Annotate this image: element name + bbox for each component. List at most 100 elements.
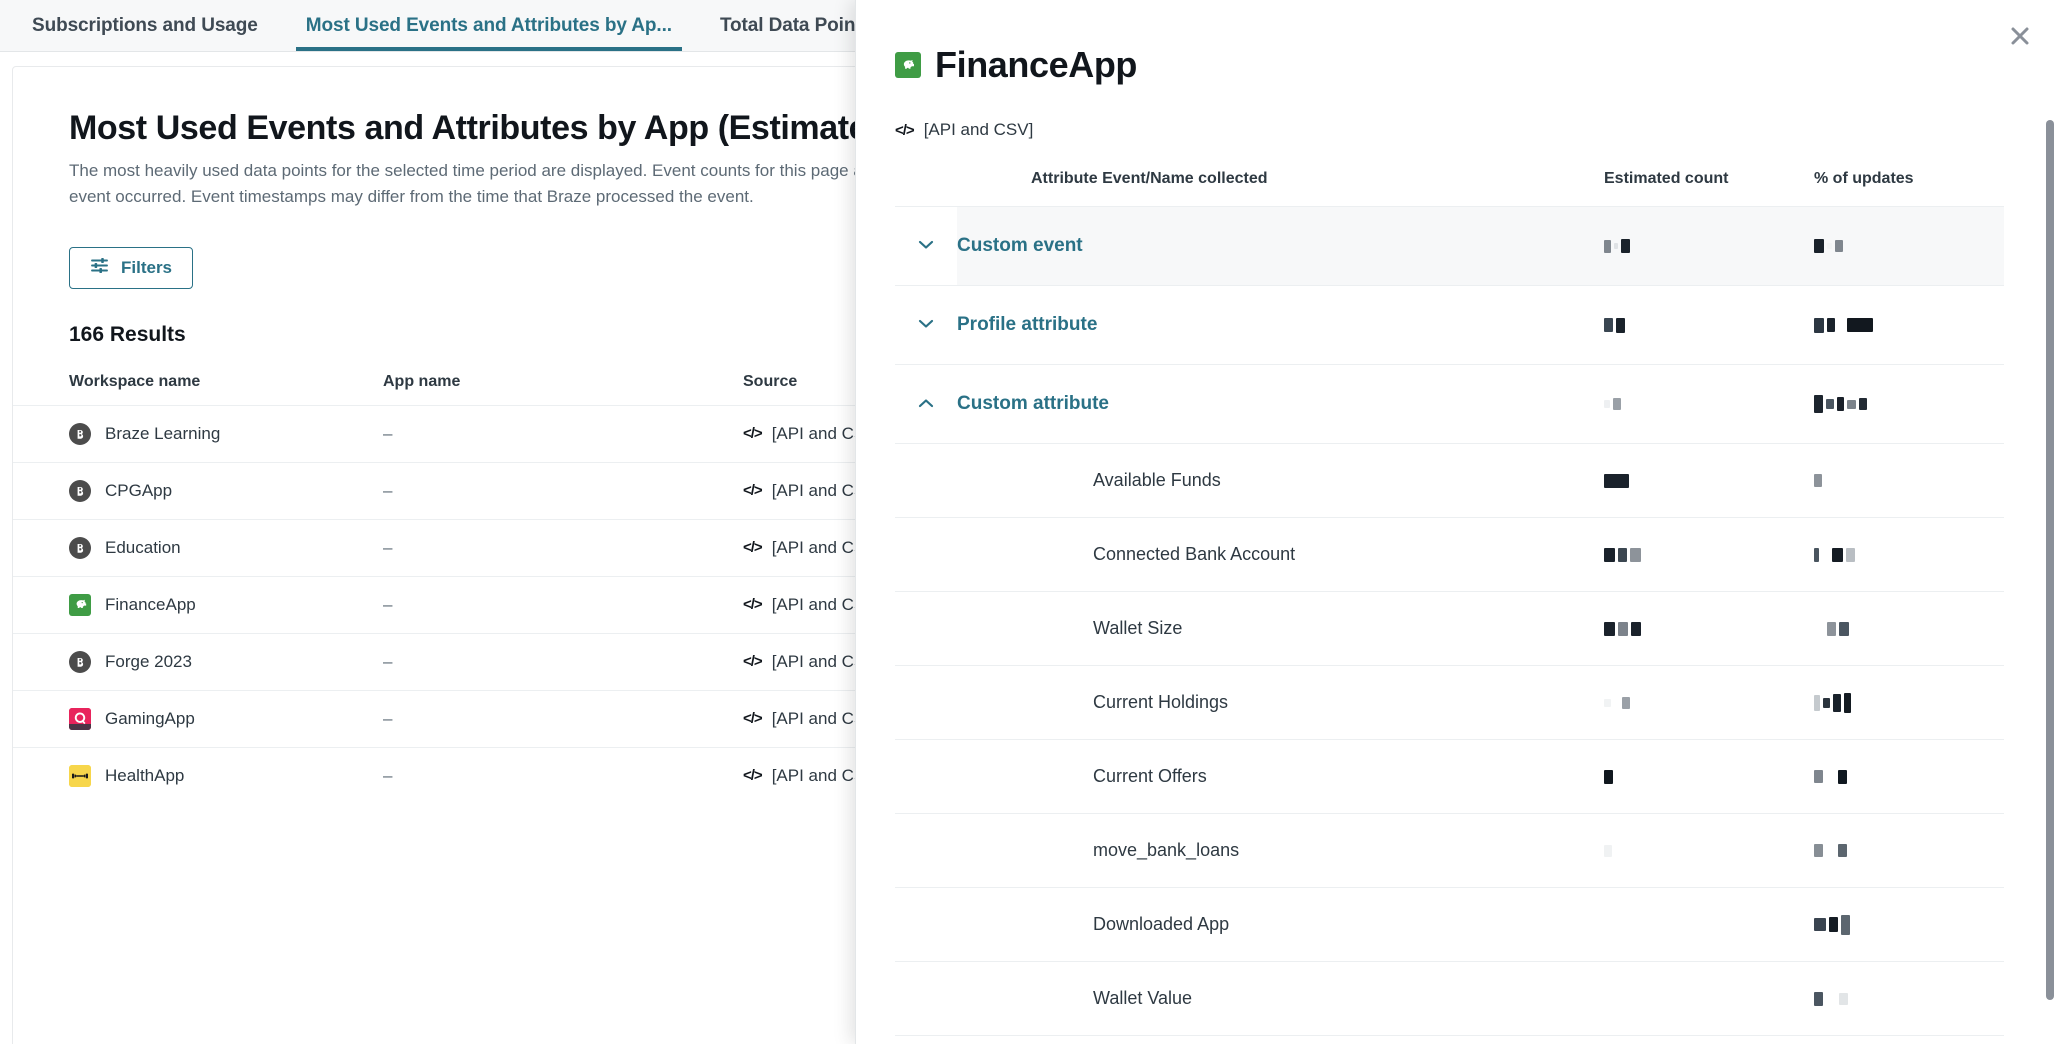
workspace-name-label: Braze Learning [105,423,221,443]
estimated-count-value [1604,769,1814,784]
attribute-name-cell: Connected Bank Account [957,517,1604,592]
expand-toggle-cell[interactable] [895,364,957,444]
redacted-value-block [1832,547,1843,562]
redacted-value-block [1618,547,1627,562]
redacted-value-block [1829,917,1838,932]
cell-percent-updates [1814,285,2004,365]
chevron-up-icon[interactable] [918,396,934,411]
attribute-group-row[interactable]: Profile attribute [895,285,2004,365]
redacted-value-block [1604,621,1615,636]
attribute-row[interactable]: Current Holdings [895,665,2004,740]
braze-logo-icon [69,479,91,502]
attribute-row[interactable]: move_bank_loans [895,813,2004,888]
attribute-name-label: Connected Bank Account [1093,544,1296,564]
attribute-row[interactable]: Wallet Size [895,591,2004,666]
cell-estimated-count [1604,813,1814,888]
drawer-scrollbar[interactable] [2046,120,2054,1000]
redacted-value-block [1839,621,1849,636]
attribute-row[interactable]: Wallet Value [895,961,2004,1036]
estimated-count-value [1604,621,1814,636]
attribute-group-label-cell[interactable]: Custom event [957,206,1604,286]
cell-app-name: – [383,461,743,520]
column-header-estimated-count: Estimated count [1604,170,1729,187]
redacted-value-block [1604,844,1612,857]
braze-logo-icon [69,536,91,559]
redacted-value-block [1604,547,1615,562]
redacted-value-block [1622,696,1630,709]
cell-workspace-name: Braze Learning [13,404,383,463]
dumbbell-icon [69,764,91,787]
percent-updates-value [1814,621,2004,636]
redacted-value-block [1604,400,1610,408]
workspace-name-label: CPGApp [105,480,173,500]
column-header-workspace-name: Workspace name [69,372,201,390]
cell-percent-updates [1814,443,2004,518]
attribute-name-cell: Wallet Value [957,961,1604,1036]
cell-estimated-count [1604,364,1814,444]
redacted-value-block [1847,399,1856,409]
attribute-row[interactable]: Available Funds [895,443,2004,518]
attribute-group-label[interactable]: Profile attribute [957,286,1604,364]
chevron-down-icon[interactable] [918,317,934,332]
tab-subscriptions-and-usage[interactable]: Subscriptions and Usage [8,0,282,51]
attribute-group-label-cell[interactable]: Custom attribute [957,364,1604,444]
close-icon[interactable] [2006,22,2034,50]
cell-estimated-count [1604,206,1814,286]
workspace-name-label: FinanceApp [105,594,196,614]
attribute-row[interactable]: Downloaded App [895,887,2004,962]
tab-label: Subscriptions and Usage [32,14,258,36]
cell-workspace-name: Forge 2023 [13,632,383,691]
attribute-group-label[interactable]: Custom event [957,207,1604,285]
redacted-value-block [1604,769,1613,784]
drawer-source-label: [API and CSV] [923,120,1034,139]
cell-workspace-name: GamingApp [13,689,383,748]
attribute-name-cell: Wallet Size [957,591,1604,666]
percent-updates-value [1814,395,2004,413]
redacted-value-block [1613,398,1621,410]
cell-app-name: – [383,575,743,634]
redacted-value-block [1614,243,1618,249]
filters-button[interactable]: Filters [69,246,194,289]
attributes-table-body: Custom event Profile attribute Custom attr… [895,206,2004,1036]
redacted-value-block [1614,700,1619,705]
cell-app-name: – [383,689,743,748]
code-icon: </> [743,710,763,728]
attribute-row[interactable]: Connected Bank Account [895,517,2004,592]
chevron-down-icon[interactable] [918,238,934,253]
code-icon: </> [895,121,915,139]
attribute-name-label: Available Funds [1093,470,1221,490]
attribute-group-label[interactable]: Custom attribute [957,365,1604,443]
column-header-percent-updates: % of updates [1814,170,1914,187]
percent-updates-value [1814,474,2004,487]
percent-updates-value [1814,692,2004,713]
tab-most-used-events-and-attributes[interactable]: Most Used Events and Attributes by Ap... [282,0,696,51]
redacted-value-block [1826,774,1835,779]
attribute-group-row[interactable]: Custom attribute [895,364,2004,444]
redacted-value-block [1826,996,1836,1001]
redacted-value-block [1838,323,1844,327]
redacted-value-block [1823,697,1830,708]
percent-updates-value [1814,317,2004,333]
redacted-value-block [1827,318,1835,332]
redacted-value-block [1814,317,1824,333]
percent-updates-value [1814,547,2004,562]
attribute-row[interactable]: Current Offers [895,739,2004,814]
redacted-value-block [1814,622,1824,636]
cell-percent-updates [1814,591,2004,666]
drawer-source: </> [API and CSV] [895,120,2004,140]
expand-toggle-cell[interactable] [895,206,957,286]
cell-percent-updates [1814,206,2004,286]
attribute-group-row[interactable]: Custom event [895,206,2004,286]
attribute-name-cell: Downloaded App [957,887,1604,962]
attribute-group-label-cell[interactable]: Profile attribute [957,285,1604,365]
column-header-attribute-name: Attribute Event/Name collected [1031,170,1268,187]
drawer-header: FinanceApp [895,44,2004,86]
redacted-value-block [1827,243,1832,249]
redacted-value-block [1814,991,1823,1006]
redacted-value-block [1814,844,1823,857]
estimated-count-value [1604,696,1814,709]
estimated-count-value [1604,473,1814,488]
redacted-value-block [1814,395,1823,413]
expand-toggle-cell[interactable] [895,285,957,365]
attribute-name-cell: move_bank_loans [957,813,1604,888]
